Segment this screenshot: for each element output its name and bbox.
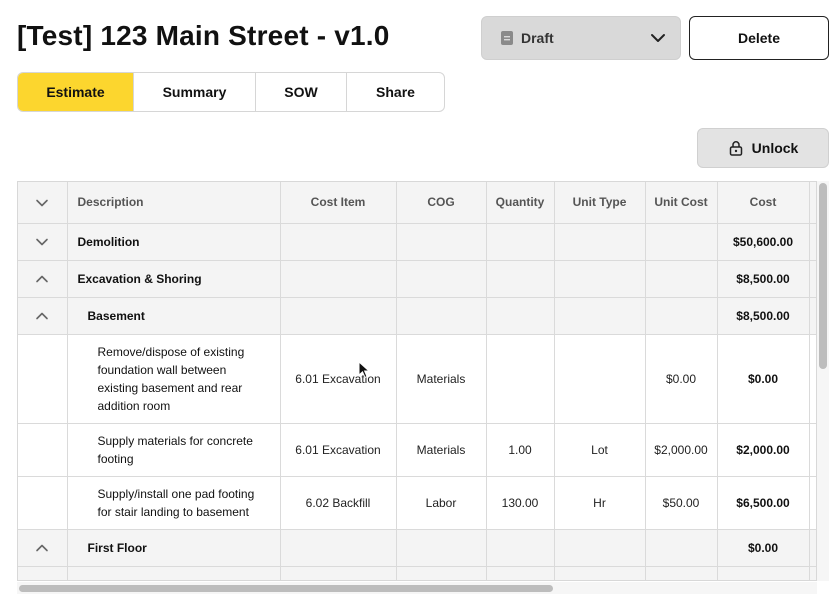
row-description: Demolition — [67, 223, 281, 261]
delete-button[interactable]: Delete — [689, 16, 829, 60]
column-header-unit-cost[interactable]: Unit Cost — [645, 182, 718, 224]
chevron-up-icon — [35, 541, 49, 555]
row-description[interactable]: Remove/dispose of existing foundation wa… — [67, 334, 281, 424]
chevron-up-icon — [35, 309, 49, 323]
estimate-table: Description Cost Item COG Quantity Unit … — [17, 181, 817, 581]
column-header-extra — [809, 182, 816, 224]
row-quantity[interactable]: 1.00 — [486, 423, 555, 477]
row-cog[interactable]: Materials — [396, 334, 487, 424]
row-unit-type[interactable]: Lot — [554, 423, 646, 477]
row-cost: $8,500.00 — [717, 260, 810, 298]
column-header-cost-item[interactable]: Cost Item — [280, 182, 397, 224]
row-collapse-toggle[interactable] — [18, 529, 68, 567]
row-description: Footing & Foundation — [67, 566, 281, 580]
document-icon — [500, 30, 514, 46]
row-collapse-toggle[interactable] — [18, 566, 68, 580]
table-row[interactable]: Supply materials for concrete footing 6.… — [18, 423, 816, 477]
chevron-down-icon — [650, 30, 666, 46]
horizontal-scrollbar-thumb[interactable] — [19, 585, 553, 592]
unlock-label: Unlock — [751, 140, 799, 156]
row-unit-type[interactable]: Hr — [554, 476, 646, 530]
row-cost: $0.00 — [717, 566, 810, 580]
row-cost-item[interactable]: 6.01 Excavation — [280, 423, 397, 477]
row-unit-cost[interactable]: $0.00 — [645, 334, 718, 424]
row-cost-item[interactable]: 6.02 Backfill — [280, 476, 397, 530]
row-description[interactable]: Supply/install one pad footing for stair… — [67, 476, 281, 530]
row-description[interactable]: Supply materials for concrete footing — [67, 423, 281, 477]
row-cog[interactable]: Labor — [396, 476, 487, 530]
chevron-up-icon — [35, 272, 49, 286]
column-header-unit-type[interactable]: Unit Type — [554, 182, 646, 224]
row-unit-cost[interactable]: $2,000.00 — [645, 423, 718, 477]
lock-icon — [728, 140, 744, 156]
row-cog[interactable]: Materials — [396, 423, 487, 477]
status-dropdown[interactable]: Draft — [481, 16, 681, 60]
page-title: [Test] 123 Main Street - v1.0 — [17, 20, 390, 51]
table-row-group[interactable]: Basement $8,500.00 — [18, 297, 816, 335]
status-value: Draft — [521, 30, 554, 46]
row-collapse-toggle[interactable] — [18, 260, 68, 298]
table-row[interactable]: Remove/dispose of existing foundation wa… — [18, 334, 816, 424]
tab-bar: Estimate Summary SOW Share — [17, 72, 445, 112]
row-expand-toggle[interactable] — [18, 223, 68, 261]
column-header-cog[interactable]: COG — [396, 182, 487, 224]
tab-summary[interactable]: Summary — [134, 73, 256, 111]
table-row-group[interactable]: Demolition $50,600.00 — [18, 223, 816, 261]
row-unit-type[interactable] — [554, 334, 646, 424]
mouse-cursor-icon — [358, 361, 370, 379]
table-row-group[interactable]: Footing & Foundation $0.00 — [18, 566, 816, 580]
row-description: Basement — [67, 297, 281, 335]
table-row-group[interactable]: Excavation & Shoring $8,500.00 — [18, 260, 816, 298]
row-cost: $50,600.00 — [717, 223, 810, 261]
row-quantity[interactable]: 130.00 — [486, 476, 555, 530]
unlock-button[interactable]: Unlock — [697, 128, 829, 168]
table-row-group[interactable]: First Floor $0.00 — [18, 529, 816, 567]
row-unit-cost[interactable]: $50.00 — [645, 476, 718, 530]
chevron-down-icon — [35, 235, 49, 249]
column-header-quantity[interactable]: Quantity — [486, 182, 555, 224]
vertical-scrollbar-thumb[interactable] — [819, 183, 827, 369]
table-row[interactable]: Supply/install one pad footing for stair… — [18, 476, 816, 530]
row-cost: $0.00 — [717, 334, 810, 424]
column-header-cost[interactable]: Cost — [717, 182, 810, 224]
row-quantity[interactable] — [486, 334, 555, 424]
row-cost: $6,500.00 — [717, 476, 810, 530]
chevron-down-icon — [35, 196, 49, 210]
vertical-scrollbar[interactable] — [817, 181, 829, 581]
tab-estimate[interactable]: Estimate — [18, 73, 134, 111]
row-collapse-toggle[interactable] — [18, 297, 68, 335]
row-cost: $8,500.00 — [717, 297, 810, 335]
row-cost: $0.00 — [717, 529, 810, 567]
tab-share[interactable]: Share — [347, 73, 444, 111]
row-cost-item[interactable]: 6.01 Excavation — [280, 334, 397, 424]
tab-sow[interactable]: SOW — [256, 73, 347, 111]
horizontal-scrollbar[interactable] — [17, 582, 817, 594]
table-header-row: Description Cost Item COG Quantity Unit … — [18, 182, 816, 224]
row-description: First Floor — [67, 529, 281, 567]
row-cost: $2,000.00 — [717, 423, 810, 477]
collapse-all-toggle[interactable] — [18, 182, 68, 224]
row-description: Excavation & Shoring — [67, 260, 281, 298]
column-header-description[interactable]: Description — [67, 182, 281, 224]
